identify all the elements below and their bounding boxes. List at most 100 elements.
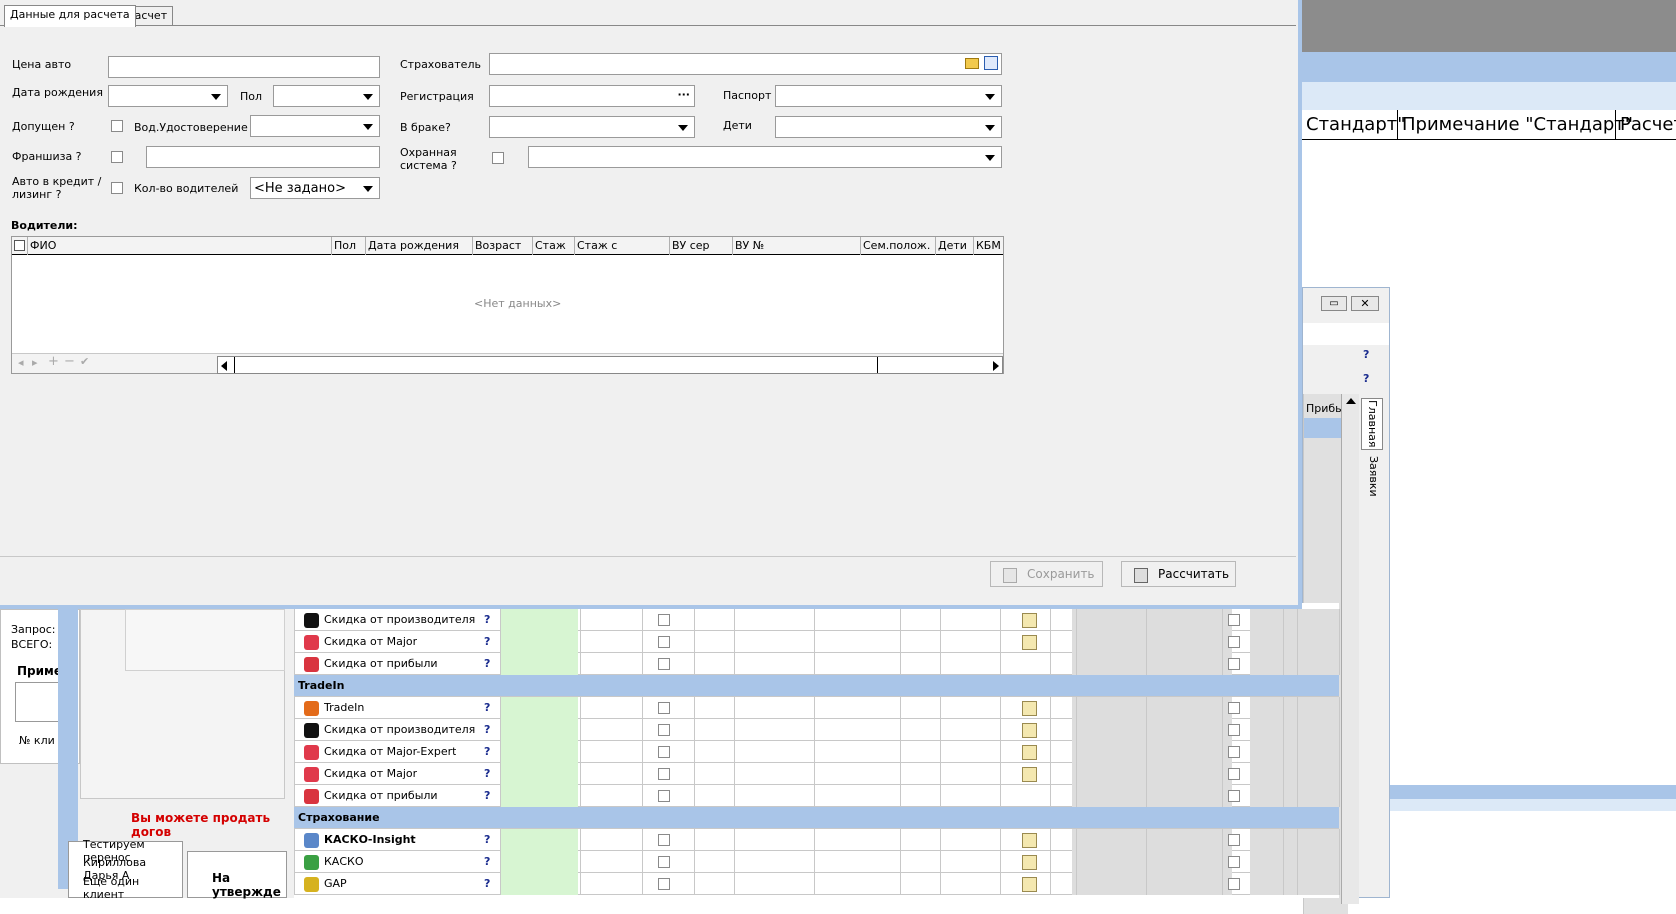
col-license-series[interactable]: ВУ сер [669,237,735,255]
row-checkbox[interactable] [658,614,670,626]
vertical-scrollbar[interactable] [1341,394,1359,904]
col-birth-date[interactable]: Дата рождения [365,237,475,255]
row-checkbox[interactable] [658,768,670,780]
help-icon[interactable]: ? [484,653,490,675]
row-checkbox[interactable] [1228,614,1240,626]
row-checkbox[interactable] [658,724,670,736]
nav-delete-icon[interactable]: − [64,354,75,369]
col-kbm[interactable]: КБМ [973,237,1006,255]
row-checkbox[interactable] [1228,768,1240,780]
col-license-number[interactable]: ВУ № [732,237,863,255]
help-icon[interactable]: ? [484,631,490,653]
scroll-right-icon[interactable] [993,361,999,371]
horizontal-scrollbar[interactable] [217,356,1003,374]
pencil-icon[interactable] [1022,613,1037,628]
registration-input[interactable]: ··· [489,85,695,107]
chevron-down-icon[interactable] [363,124,373,130]
row-checkbox[interactable] [658,856,670,868]
row-checkbox[interactable] [1228,878,1240,890]
col-fio[interactable]: ФИО [27,237,344,255]
row-checkbox[interactable] [658,878,670,890]
row-checkbox[interactable] [658,636,670,648]
security-select[interactable] [528,146,1002,168]
product-row[interactable]: TradeIn? [294,697,1340,719]
tab-requests[interactable]: Заявки [1361,452,1383,500]
maximize-button[interactable]: ▭ [1321,296,1347,311]
row-checkbox[interactable] [1228,658,1240,670]
help-icon[interactable]: ? [484,609,490,631]
married-select[interactable] [489,116,695,138]
franchise-checkbox[interactable] [111,151,123,163]
calc-button[interactable]: Рассчитать [1121,561,1236,587]
row-checkbox[interactable] [1228,702,1240,714]
admitted-checkbox[interactable] [111,120,123,132]
column-chooser-icon[interactable] [14,240,25,251]
chevron-down-icon[interactable] [678,125,688,131]
chevron-down-icon[interactable] [985,94,995,100]
credit-checkbox[interactable] [111,182,123,194]
col-age[interactable]: Возраст [472,237,535,255]
help-icon[interactable]: ? [1363,372,1369,385]
help-icon[interactable]: ? [484,829,490,851]
help-icon[interactable]: ? [1363,348,1369,361]
row-checkbox[interactable] [1228,746,1240,758]
help-icon[interactable]: ? [484,763,490,785]
pencil-icon[interactable] [1022,723,1037,738]
nav-next-icon[interactable]: ▸ [32,356,38,369]
tab-main[interactable]: Главная [1361,398,1383,450]
product-row[interactable]: КАСКО-Insight? [294,829,1340,851]
nav-add-icon[interactable]: + [48,354,59,369]
product-row[interactable]: GAP? [294,873,1340,895]
row-checkbox[interactable] [658,746,670,758]
pencil-icon[interactable] [1022,833,1037,848]
pencil-icon[interactable] [1022,701,1037,716]
chevron-down-icon[interactable] [363,186,373,192]
col-sex[interactable]: Пол [331,237,368,255]
drivers-count-select[interactable]: <Не задано> [250,177,380,199]
sex-select[interactable] [273,85,380,107]
close-button[interactable]: ✕ [1351,296,1379,311]
product-row[interactable]: Скидка от производителя? [294,609,1340,631]
registration-button[interactable]: ··· [677,88,690,101]
product-row[interactable]: Скидка от Major? [294,763,1340,785]
row-checkbox[interactable] [1228,834,1240,846]
help-icon[interactable]: ? [484,697,490,719]
save-button[interactable]: Сохранить [990,561,1103,587]
security-checkbox[interactable] [492,152,504,164]
product-row[interactable]: Скидка от прибыли? [294,653,1340,675]
chevron-down-icon[interactable] [211,94,221,100]
col-experience-since[interactable]: Стаж с [574,237,672,255]
product-row[interactable]: Скидка от прибыли? [294,785,1340,807]
row-checkbox[interactable] [1228,856,1240,868]
scroll-left-icon[interactable] [221,361,227,371]
insurer-input[interactable] [489,53,1002,75]
help-icon[interactable]: ? [484,873,490,895]
row-checkbox[interactable] [658,834,670,846]
row-checkbox[interactable] [658,658,670,670]
pencil-icon[interactable] [1022,855,1037,870]
product-row[interactable]: Скидка от Major? [294,631,1340,653]
pencil-icon[interactable] [1022,877,1037,892]
nav-confirm-icon[interactable]: ✔ [80,355,89,368]
row-checkbox[interactable] [1228,724,1240,736]
group-header-row[interactable]: TradeIn [294,675,1339,697]
col-children[interactable]: Дети [935,237,976,255]
help-icon[interactable]: ? [484,719,490,741]
birth-date-picker[interactable] [108,85,228,107]
row-checkbox[interactable] [658,790,670,802]
row-checkbox[interactable] [1228,636,1240,648]
car-price-input[interactable] [108,56,380,78]
franchise-input[interactable] [146,146,380,168]
pencil-icon[interactable] [1022,767,1037,782]
row-checkbox[interactable] [658,702,670,714]
chevron-down-icon[interactable] [985,125,995,131]
tab-calc-data[interactable]: Данные для расчета [4,5,136,27]
driver-license-select[interactable] [250,115,380,137]
row-checkbox[interactable] [1228,790,1240,802]
client-row[interactable]: Еще один клиент [83,875,182,901]
nav-prev-icon[interactable]: ◂ [18,356,24,369]
chevron-down-icon[interactable] [363,94,373,100]
product-row[interactable]: КАСКО? [294,851,1340,873]
scroll-thumb[interactable] [234,357,878,373]
search-icon[interactable] [984,56,998,70]
